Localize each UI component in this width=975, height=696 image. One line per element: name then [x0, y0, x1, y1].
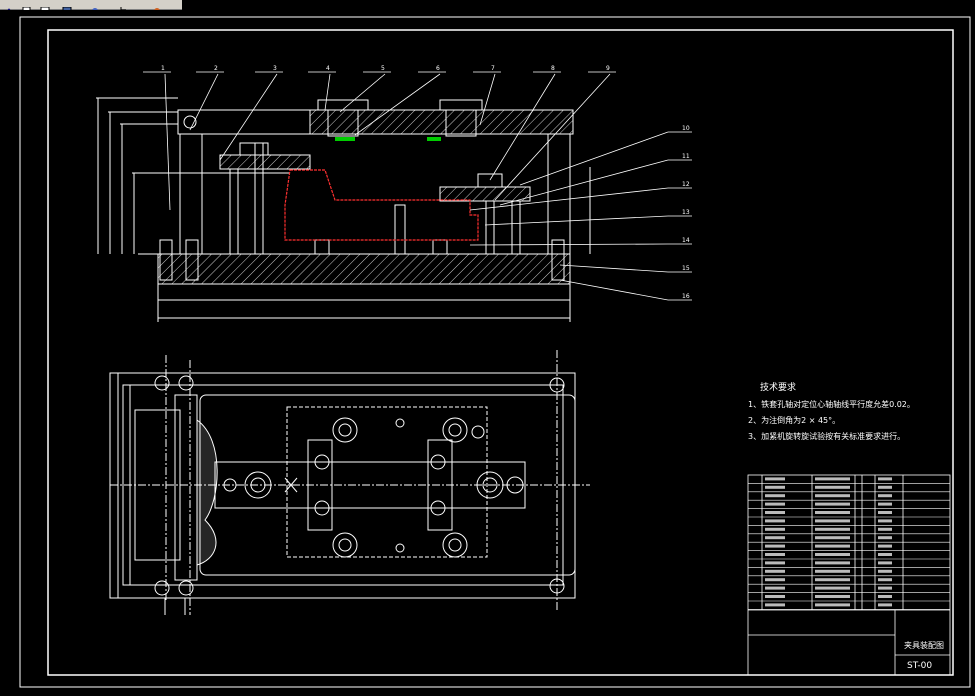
parts-list-cell — [878, 603, 892, 607]
tech-title: 技术要求 — [760, 381, 796, 393]
parts-list-cell — [815, 485, 850, 489]
part-number-11: 11 — [682, 153, 690, 160]
parts-list-cell — [815, 502, 850, 506]
tech-note-2: 2、为注倒角为2 × 45°。 — [748, 415, 840, 425]
new-file-icon[interactable] — [22, 0, 32, 16]
technical-requirements: 技术要求 1、铁套孔轴对定位心轴轴线平行度允差0.02。 2、为注倒角为2 × … — [748, 381, 915, 441]
parts-list-cell — [815, 527, 850, 531]
parts-list-cell — [765, 536, 785, 540]
part-number-14: 14 — [682, 237, 690, 244]
parts-list-cell — [765, 527, 785, 531]
part-number-12: 12 — [682, 181, 690, 188]
parts-list-cell — [765, 477, 785, 481]
parts-list-cell — [815, 536, 850, 540]
parts-list-rows — [748, 477, 950, 610]
parts-list-cell — [765, 494, 785, 498]
green-marker-right — [427, 137, 441, 141]
tech-note-3: 3、加紧机旋转旋试验按有关标准要求进行。 — [748, 431, 905, 441]
parts-list-cell — [815, 578, 850, 582]
parts-list-cell — [815, 511, 850, 514]
parts-list-cell — [878, 586, 892, 590]
title-block-name: 夹具装配图 — [904, 640, 944, 650]
parts-list-cell — [878, 536, 892, 540]
parts-list-cell — [878, 485, 892, 489]
workpiece-outline — [284, 169, 479, 241]
part-number-3: 3 — [273, 65, 277, 72]
parts-list-cell — [765, 569, 785, 573]
parts-list-cell — [765, 586, 785, 590]
assembly-drawing: 1 2 3 4 5 6 7 8 910111213141516 技术要求 1、铁… — [19, 16, 971, 688]
parts-list-cell — [765, 553, 785, 556]
part-number-13: 13 — [682, 209, 690, 216]
part-number-4: 4 — [326, 65, 330, 72]
part-number-2: 2 — [214, 65, 218, 72]
parts-list-cell — [815, 569, 850, 573]
parts-list-cell — [878, 553, 892, 556]
part-number-15: 15 — [682, 265, 690, 272]
parts-list-cell — [765, 519, 785, 523]
parts-list-cell — [878, 595, 892, 598]
parts-list-cell — [765, 578, 785, 582]
part-number-8: 8 — [551, 65, 555, 72]
top-view — [109, 350, 590, 615]
parts-list-cell — [765, 511, 785, 514]
parts-list-cell — [815, 477, 850, 481]
parts-list-cell — [878, 511, 892, 514]
pointer-tool-icon[interactable] — [118, 0, 128, 15]
parts-list-cell — [765, 561, 785, 565]
parts-list-cell — [878, 561, 892, 565]
part-number-7: 7 — [491, 65, 495, 72]
parts-list-cell — [815, 494, 850, 498]
parts-list-cell — [815, 544, 850, 548]
parts-list-cell — [878, 494, 892, 498]
part-number-16: 16 — [682, 293, 690, 300]
parts-list-cell — [765, 485, 785, 489]
parts-list-cell — [765, 603, 785, 607]
title-block-number: ST-00 — [907, 661, 932, 671]
parts-list-cell — [878, 578, 892, 582]
parts-list-cell — [815, 553, 850, 556]
save-file-icon[interactable] — [62, 0, 72, 16]
connect-icon[interactable] — [90, 0, 100, 14]
parts-list-cell — [878, 519, 892, 523]
parts-list-cell — [815, 519, 850, 523]
paint-tool-icon[interactable] — [152, 0, 162, 14]
parts-list-cell — [878, 477, 892, 481]
arrow-tool-icon[interactable] — [4, 0, 14, 15]
part-number-9: 9 — [606, 65, 610, 72]
part-number-10: 10 — [682, 125, 690, 132]
green-marker-left — [335, 137, 355, 141]
tech-note-1: 1、铁套孔轴对定位心轴轴线平行度允差0.02。 — [748, 399, 915, 409]
parts-list-cell — [815, 586, 850, 590]
parts-list-cell — [815, 603, 850, 607]
parts-list-cell — [815, 595, 850, 598]
open-file-icon[interactable] — [40, 0, 50, 16]
part-number-6: 6 — [436, 65, 440, 72]
parts-list-cell — [878, 544, 892, 548]
parts-list-cell — [878, 527, 892, 531]
parts-list-cell — [815, 561, 850, 565]
parts-list-cell — [765, 502, 785, 506]
part-number-1: 1 — [161, 65, 165, 72]
parts-list-cell — [878, 502, 892, 506]
part-number-5: 5 — [381, 65, 385, 72]
toolbar — [0, 0, 182, 16]
drawing-canvas[interactable]: 1 2 3 4 5 6 7 8 9 10 11 12 13 14 15 16 技… — [0, 10, 975, 692]
parts-list-cell — [765, 595, 785, 598]
front-view — [96, 97, 591, 322]
parts-list-cell — [878, 569, 892, 573]
parts-list-cell — [765, 544, 785, 548]
